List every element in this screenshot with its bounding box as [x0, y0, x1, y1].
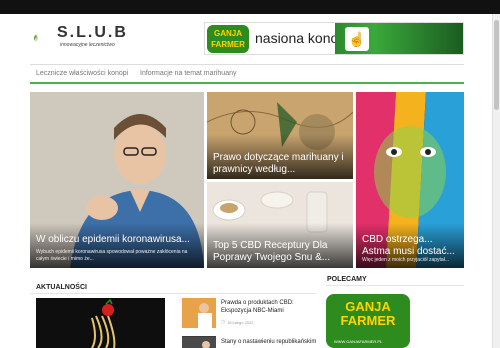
person-cbd-photo	[182, 298, 216, 328]
recommended-section-title: POLECAMY	[327, 276, 367, 283]
sidebar-ad-url: WWW.GANJAFARMER.PL	[334, 339, 383, 344]
sidebar-ad-brand: GANJA FARMER	[340, 299, 396, 328]
clock-icon: ◷	[221, 319, 226, 325]
featured-card-1-excerpt: Wybuch epidemii koronawirusa spowodował …	[36, 249, 188, 262]
news-section-divider	[30, 293, 316, 294]
featured-card-1[interactable]: W obliczu epidemii koronawirusa... Wybuc…	[30, 92, 204, 268]
nav-item-informacje[interactable]: Informacje na temat marihuany	[140, 70, 237, 77]
news-section-title: AKTUALNOŚCI	[36, 284, 87, 291]
news-item-2-title[interactable]: Stany o nastawieniu republikańskim	[221, 338, 317, 346]
featured-card-4[interactable]: CBD ostrzega... Astma musi dostać... Wię…	[356, 92, 464, 268]
scrollbar-thumb[interactable]	[494, 20, 499, 110]
news-item-1-thumb[interactable]	[182, 298, 216, 328]
nav-item-lecznicze[interactable]: Lecznicze właściwości konopi	[36, 70, 128, 77]
pointer-icon: ☝	[345, 27, 369, 51]
main-nav: Lecznicze właściwości konopi Informacje …	[30, 64, 464, 84]
news-item-1-title[interactable]: Prawda o produktach CBD: Ekspozycja NBC-…	[221, 299, 317, 315]
logo-text[interactable]: S.L.U.B	[57, 24, 128, 42]
news-2-photo	[182, 337, 216, 348]
news-item-2-thumb[interactable]	[182, 336, 216, 348]
top-banner-ad[interactable]: GANJA FARMER nasiona konopii ☝	[204, 22, 464, 55]
featured-card-3[interactable]: Top 5 CBD Receptury Dla Poprawy Twojego …	[207, 182, 353, 268]
news-item-1-date: 18 lutego 2022	[227, 320, 254, 325]
featured-card-2[interactable]: Prawo dotyczące marihuany i prawnicy wed…	[207, 92, 353, 179]
logo-tagline: innowacyjne leczenictwo	[60, 42, 115, 48]
news-main-thumb[interactable]	[36, 298, 165, 348]
recommended-section-divider	[326, 285, 464, 286]
featured-card-4-title[interactable]: CBD ostrzega... Astma musi dostać...	[362, 234, 462, 258]
spaghetti-photo	[36, 298, 165, 348]
featured-card-2-title[interactable]: Prawo dotyczące marihuany i prawnicy wed…	[213, 152, 349, 176]
top-bar	[0, 0, 500, 14]
banner-brand-logo: GANJA FARMER	[207, 25, 249, 53]
featured-card-4-excerpt: Więc jeden z moich przyjaciół zapytał...	[362, 257, 449, 263]
page-scrollbar[interactable]	[492, 14, 500, 348]
logo-icon[interactable]	[33, 22, 57, 54]
featured-card-3-title[interactable]: Top 5 CBD Receptury Dla Poprawy Twojego …	[213, 240, 349, 264]
featured-card-1-title[interactable]: W obliczu epidemii koronawirusa...	[36, 234, 200, 246]
